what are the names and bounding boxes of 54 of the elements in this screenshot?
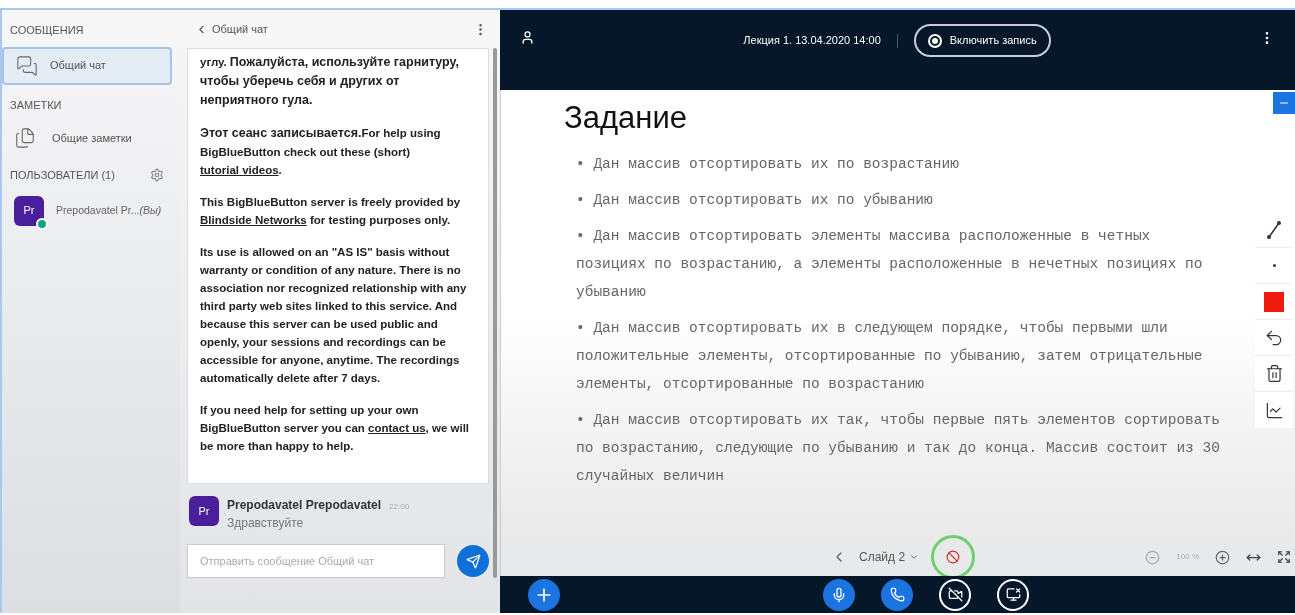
link[interactable]: contact us <box>368 422 426 434</box>
notes-item[interactable]: Общие заметки <box>2 121 172 155</box>
message-author: Prepodavatel Prepodavatel <box>227 497 382 514</box>
microphone-icon <box>831 586 847 603</box>
settings-icon[interactable] <box>150 168 164 183</box>
fullscreen-icon[interactable] <box>1277 550 1291 565</box>
phone-icon <box>889 587 905 603</box>
slide-bullet: • Дан массив отсортировать их по возрастанию <box>576 155 960 174</box>
record-button[interactable]: Включить запись <box>913 24 1051 57</box>
chat-bubbles-icon <box>16 54 38 77</box>
color-swatch-icon <box>1264 291 1284 312</box>
slide-bullet: • Дан массив отсортировать элементы массива расположенные в четных позициях по возрастанию, а элементы расположенные в нечетных позициях по убыванию <box>576 227 1204 302</box>
user-list-toggle-icon[interactable] <box>520 30 535 45</box>
screen-share-off-button[interactable] <box>997 578 1029 611</box>
message-input[interactable]: Отправить сообщение Общий чат <box>187 544 446 578</box>
section-heading: СООБЩЕНИЯ <box>10 23 85 38</box>
chat-item[interactable]: Общий чат <box>2 46 172 85</box>
camera-off-icon <box>947 587 963 603</box>
welcome-paragraph: Its use is allowed on an "AS IS" basis without warranty or condition of any nature. There is no association nor recognized relationship with any third party web sites linked to this service. And because this server can be used public and openly, your sessions and recordings can be accessible for anyone, anytime. The recordings automatically delete after 7 days. <box>200 245 468 386</box>
slide-selector[interactable]: Слайд 2 <box>859 548 920 567</box>
microphone-button[interactable] <box>823 578 855 611</box>
welcome-paragraph: Этот сеанс записывается.For help using BigBlueButton check out these (short) tutorial videos. <box>200 125 442 178</box>
documents-icon <box>14 127 36 149</box>
scrollbar[interactable] <box>493 48 497 578</box>
back-to-chat-button[interactable]: Общий чат <box>195 20 268 38</box>
zoom-in-icon[interactable] <box>1215 549 1230 565</box>
slide-title: Задание <box>564 99 687 137</box>
no-entry-icon <box>946 550 961 565</box>
line-tool-icon <box>1265 218 1283 241</box>
section-heading: ЗАМЕТКИ <box>10 97 63 113</box>
actions-button[interactable] <box>528 578 560 611</box>
slide-bullet: • Дан массив отсортировать их по убыванию <box>576 191 934 210</box>
slide-bullet: • Дан массив отсортировать их так, чтобы первые пять элементов сортировать по возрастанию, следующие по убыванию и так до конца. Массив состоит из 30 случайных величин <box>576 411 1221 486</box>
line-chart-icon <box>1264 400 1284 420</box>
send-button[interactable] <box>457 545 489 577</box>
send-icon <box>465 553 481 569</box>
user-item[interactable]: Pr Prepodavatel Pr...(Вы) <box>2 195 172 226</box>
camera-off-button[interactable] <box>939 578 971 611</box>
trash-icon <box>1264 364 1284 383</box>
phone-button[interactable] <box>881 578 913 611</box>
user-name: Prepodavatel Pr...(Вы) <box>56 202 162 218</box>
user-avatar: Pr <box>189 496 219 526</box>
welcome-paragraph: This BigBlueButton server is freely provided by Blindside Networks for testing purposes only. <box>200 195 462 228</box>
meeting-title: Лекция 1. 13.04.2020 14:00 <box>743 33 881 49</box>
screen-share-off-icon <box>1005 587 1021 603</box>
audio-status-icon <box>36 217 48 230</box>
welcome-paragraph: If you need help for setting up your own BigBlueButton server you can contact us, we will be more than happy to help. <box>200 403 471 454</box>
slide-bullet: • Дан массив отсортировать их в следующем порядке, чтобы первыми шли положительные элементы, отсортированные по убыванию, затем отрицательные элементы, отсортированные по возрастанию <box>576 319 1204 394</box>
section-heading: ПОЛЬЗОВАТЕЛИ (1) <box>10 168 115 183</box>
link[interactable]: tutorial videos <box>200 164 279 176</box>
welcome-paragraph: углу. Пожалуйста, используйте гарнитуру, чтобы уберечь себя и других от неприятного гула. <box>200 54 461 109</box>
message-text: Здравствуйте <box>227 515 305 532</box>
link[interactable]: Blindside Networks <box>200 214 307 226</box>
message-time: 22:00 <box>389 501 410 513</box>
